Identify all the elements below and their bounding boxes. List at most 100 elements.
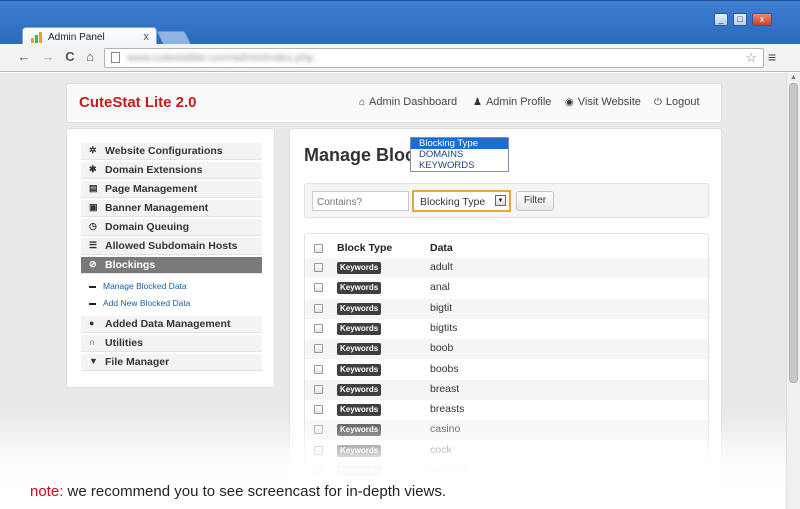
table-row: Keywords adult [305,258,708,278]
row-checkbox[interactable] [314,303,323,313]
block-type-badge: Keywords [337,383,382,396]
caption-note: note: we recommend you to see screencast… [30,483,446,500]
reload-icon[interactable]: C [62,49,78,64]
brand-logo[interactable]: CuteStat Lite 2.0 [79,94,197,111]
blocking-type-select[interactable]: Blocking Type ▼ [412,190,511,212]
block-type-badge: Keywords [337,404,382,417]
select-all-checkbox[interactable] [314,244,323,253]
picture-icon: ▣ [89,202,98,212]
sidebar-item-utilities[interactable]: ∩ Utilities [81,335,262,352]
sidebar-item-label: Website Configurations [105,145,223,157]
sidebar-item-label: Added Data Management [105,318,231,330]
sidebar-item-blockings[interactable]: ⊘ Blockings [81,257,262,274]
asterisk-icon: ✱ [89,164,97,174]
tab-title: Admin Panel [48,32,105,43]
sidebar-item-allowed-subdomain-hosts[interactable]: ☰ Allowed Subdomain Hosts [81,238,262,255]
page-icon [111,52,120,63]
scroll-up-icon[interactable]: ▲ [790,74,797,81]
row-checkbox[interactable] [314,384,323,394]
table-row: Keywords breast [305,379,708,400]
dropdown-option-blocking-type[interactable]: Blocking Type [411,138,508,149]
contains-input[interactable] [312,191,409,211]
nav-admin-profile[interactable]: ♟ Admin Profile [473,96,551,108]
sidebar-item-website-configurations[interactable]: ✲ Website Configurations [81,143,262,160]
home-icon: ⌂ [359,97,366,108]
magnet-icon: ∩ [89,337,96,347]
row-checkbox[interactable] [314,263,323,272]
back-icon[interactable]: ← [16,49,32,64]
page-viewport: CuteStat Lite 2.0 ⌂ Admin Dashboard ♟ Admi… [0,73,786,509]
top-navbar: CuteStat Lite 2.0 ⌂ Admin Dashboard ♟ Admi… [66,83,722,123]
blocking-type-dropdown: Blocking Type DOMAINS KEYWORDS [410,137,509,172]
row-checkbox[interactable] [314,445,323,455]
map-marker-icon: ● [89,318,95,328]
table-row: Keywords boobs [305,360,708,380]
data-cell: breast [430,382,460,395]
vertical-scrollbar[interactable]: ▲ [786,73,800,509]
sidebar-subitem-add-new-blocked-data[interactable]: Add New Blocked Data [89,298,190,308]
nav-logout[interactable]: ⏻ Logout [654,96,700,108]
table-row: Keywords anal [305,278,708,298]
sidebar-item-banner-management[interactable]: ▣ Banner Management [81,200,262,217]
data-cell: boob [430,342,454,355]
table-row: Keywords bigtits [305,319,708,339]
sidebar-item-domain-queuing[interactable]: ◷ Domain Queuing [81,219,262,236]
table-row: Keywords casino [305,420,708,441]
url-text: www.cutestatlite.com/admin/index.php [127,52,314,64]
data-cell: bigtit [430,301,453,314]
sidebar-item-label: Banner Management [105,202,209,214]
scrollbar-thumb[interactable] [789,83,798,383]
sidebar-item-label: Blockings [105,259,156,271]
home-icon[interactable]: ⌂ [82,49,98,64]
column-header-data[interactable]: Data [430,242,453,254]
sidebar-item-label: Allowed Subdomain Hosts [105,240,238,252]
browser-titlebar: Admin Panel x _ □ x [0,0,800,47]
table-header: Block Type Data [305,240,708,258]
data-cell: breasts [430,403,465,416]
row-checkbox[interactable] [314,344,323,354]
sidebar-item-label: Page Management [105,183,198,195]
file-icon: ▤ [89,183,98,193]
globe-icon: ◉ [565,97,574,108]
row-checkbox[interactable] [314,364,323,374]
maximize-button[interactable]: □ [733,13,747,26]
sidebar-item-added-data-management[interactable]: ● Added Data Management [81,316,262,333]
sidebar-item-label: File Manager [105,356,170,368]
sidebar-item-label: Domain Queuing [105,221,189,233]
column-header-block-type[interactable]: Block Type [337,242,392,254]
menu-icon[interactable]: ≡ [768,49,776,65]
dropdown-option-domains[interactable]: DOMAINS [411,149,508,160]
filter-button[interactable]: Filter [516,191,554,211]
chevron-down-icon[interactable]: ▼ [495,195,506,206]
data-cell: bigtits [430,321,458,334]
row-checkbox[interactable] [314,283,323,293]
tasks-icon: ☰ [89,240,98,250]
nav-visit-website[interactable]: ◉ Visit Website [565,96,641,108]
forward-icon[interactable]: → [40,49,56,64]
row-checkbox[interactable] [314,425,323,435]
data-cell: adult [430,261,453,273]
browser-toolbar: ← → C ⌂ www.cutestatlite.com/admin/index… [0,44,800,72]
sidebar-item-file-manager[interactable]: ▼ File Manager [81,354,262,371]
sidebar-subitem-manage-blocked-data[interactable]: Manage Blocked Data [89,281,187,291]
data-cell: anal [430,281,450,294]
gear-icon: ✲ [89,145,97,155]
minimize-button[interactable]: _ [714,13,728,26]
select-value: Blocking Type [420,196,486,208]
nav-label: Logout [665,96,700,108]
tab-close-icon[interactable]: x [144,31,150,43]
nav-admin-dashboard[interactable]: ⌂ Admin Dashboard [359,96,457,108]
close-window-button[interactable]: x [752,13,772,26]
block-type-badge: Keywords [337,465,382,477]
row-checkbox[interactable] [314,323,323,333]
row-checkbox[interactable] [314,466,323,475]
row-checkbox[interactable] [314,405,323,415]
dropdown-option-keywords[interactable]: KEYWORDS [411,160,508,171]
block-type-badge: Keywords [337,302,382,315]
new-tab-button[interactable] [156,31,192,45]
star-icon[interactable]: ☆ [745,50,757,66]
sidebar-item-page-management[interactable]: ▤ Page Management [81,181,262,198]
sidebar-item-domain-extensions[interactable]: ✱ Domain Extensions [81,162,262,179]
power-icon: ⏻ [654,97,662,108]
address-bar[interactable]: www.cutestatlite.com/admin/index.php ☆ [104,48,764,68]
